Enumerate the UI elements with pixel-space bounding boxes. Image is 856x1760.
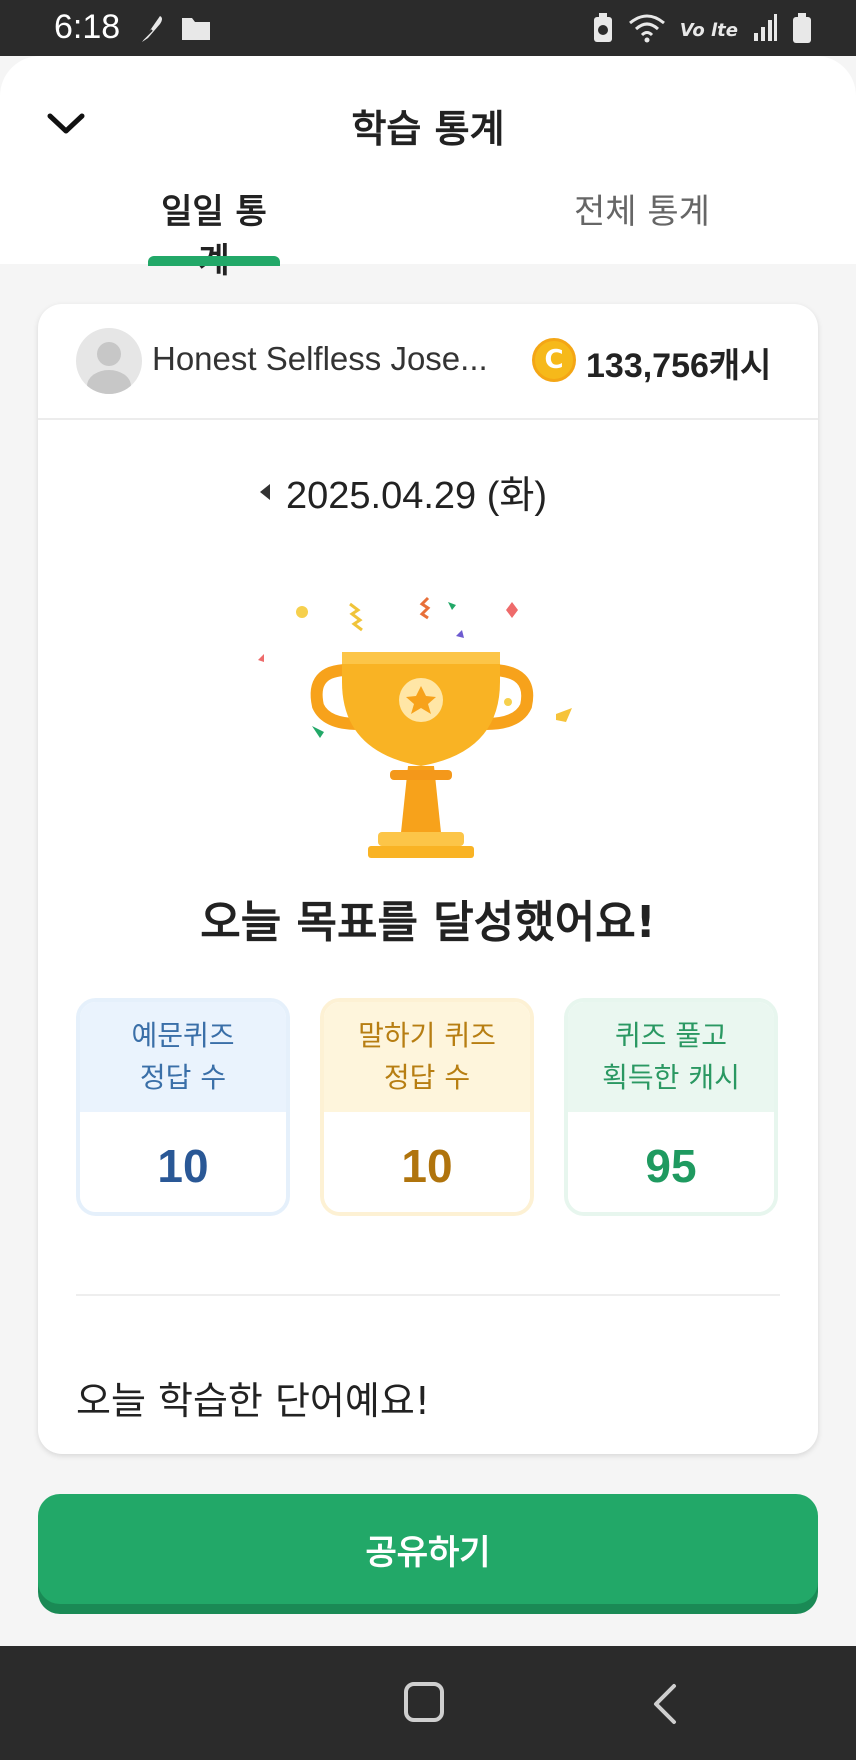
stat-speaking-quiz: 말하기 퀴즈 정답 수 10 [320, 998, 534, 1216]
user-name: Honest Selfless Jose... [152, 340, 488, 377]
volte-icon: Vo lte [679, 19, 738, 41]
active-tab-indicator [148, 256, 280, 266]
avatar [76, 328, 142, 394]
status-bar: 6:18 Vo lte [0, 0, 856, 56]
signal-icon [752, 13, 778, 47]
feather-icon [138, 12, 166, 48]
share-button[interactable]: 공유하기 [38, 1494, 818, 1604]
tab-daily-stats[interactable]: 일일 통계 [148, 184, 280, 281]
tab-total-stats[interactable]: 전체 통계 [568, 184, 716, 264]
stat-label-line2: 획득한 캐시 [602, 1061, 740, 1094]
current-date: 2025.04.29 (화) [286, 475, 548, 517]
stat-label: 예문퀴즈 정답 수 [80, 1002, 286, 1112]
stat-label-line2: 정답 수 [383, 1061, 471, 1094]
battery-saver-icon [592, 12, 614, 48]
stat-label-line1: 말하기 퀴즈 [358, 1019, 496, 1052]
stat-value: 95 [568, 1112, 774, 1212]
stat-sentence-quiz: 예문퀴즈 정답 수 10 [76, 998, 290, 1216]
prev-date-button[interactable] [250, 474, 280, 510]
home-square-icon[interactable] [404, 1682, 444, 1722]
trophy-illustration [238, 574, 618, 864]
stat-label: 말하기 퀴즈 정답 수 [324, 1002, 530, 1112]
divider [76, 1294, 780, 1296]
status-time: 6:18 [54, 8, 121, 46]
wifi-icon [628, 13, 666, 47]
cash-balance: 133,756캐시 [586, 347, 772, 385]
goal-achieved-message: 오늘 목표를 달성했어요! [200, 897, 656, 948]
folder-icon [180, 14, 212, 46]
header-sheet [0, 56, 856, 264]
stat-value: 10 [324, 1112, 530, 1212]
stat-label-line2: 정답 수 [139, 1061, 227, 1094]
stat-label: 퀴즈 풀고 획득한 캐시 [568, 1002, 774, 1112]
daily-stats-card: Honest Selfless Jose... C 133,756캐시 2025… [38, 304, 818, 1454]
coin-icon: C [532, 338, 576, 382]
stat-earned-cash: 퀴즈 풀고 획득한 캐시 95 [564, 998, 778, 1216]
caret-left-icon [260, 484, 270, 500]
learned-words-title: 오늘 학습한 단어예요! [76, 1379, 431, 1423]
stat-label-line1: 예문퀴즈 [131, 1019, 235, 1052]
page-title: 학습 통계 [351, 107, 505, 151]
back-chevron-icon[interactable] [648, 1682, 684, 1726]
user-row: Honest Selfless Jose... C 133,756캐시 [38, 304, 818, 420]
battery-icon [792, 12, 812, 48]
stat-label-line1: 퀴즈 풀고 [615, 1019, 727, 1052]
stat-value: 10 [80, 1112, 286, 1212]
system-nav-bar [0, 1646, 856, 1760]
